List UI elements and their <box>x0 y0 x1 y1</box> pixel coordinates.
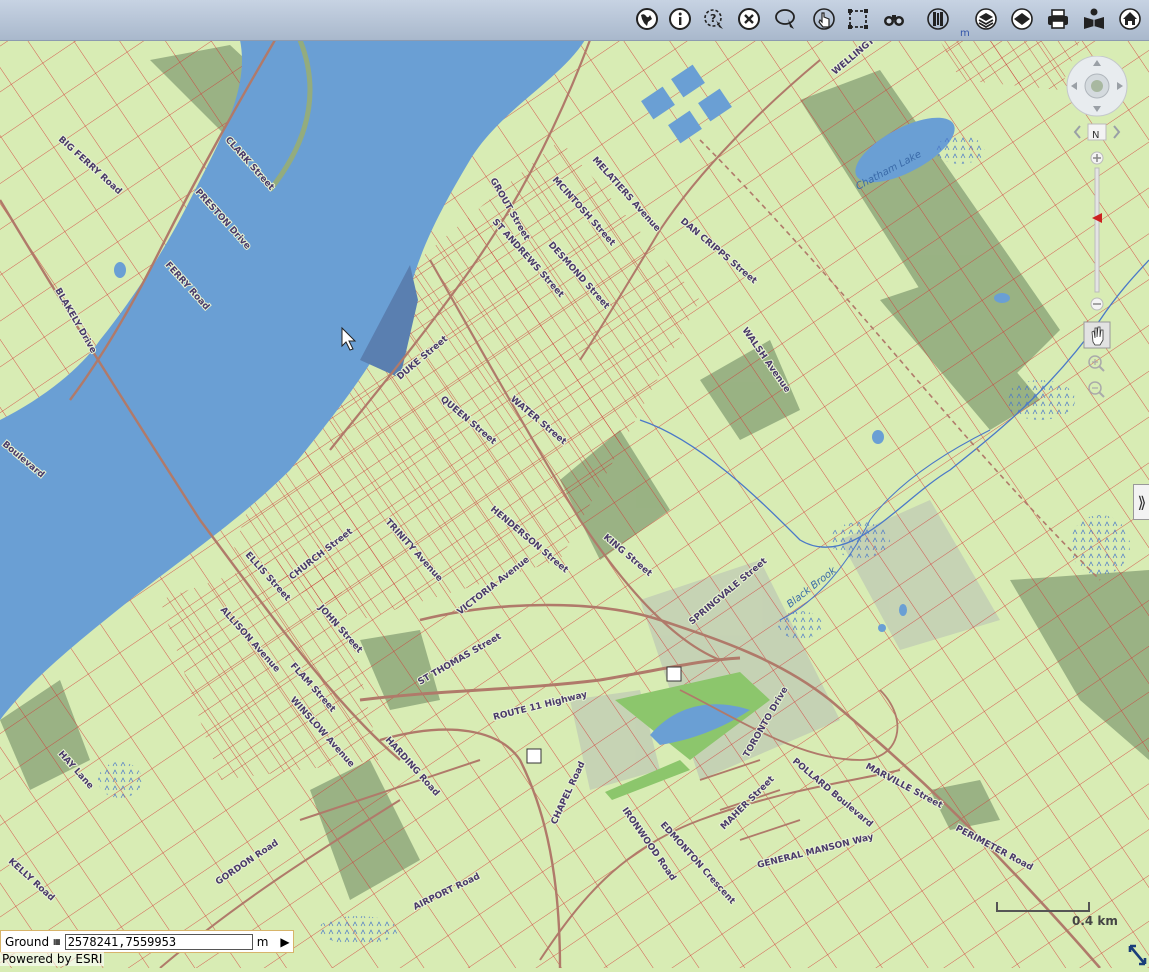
extent-box-icon[interactable] <box>844 5 872 33</box>
toolbar: ? <box>0 0 1149 41</box>
zoom-out-tool[interactable] <box>1088 381 1105 398</box>
svg-text:?: ? <box>710 12 716 25</box>
lasso-select-icon[interactable] <box>772 5 800 33</box>
go-arrow-icon[interactable]: ▶ <box>280 935 289 949</box>
layers-icon[interactable] <box>972 5 1000 33</box>
powered-by: Powered by ESRI <box>0 952 105 966</box>
hand-pointer-icon[interactable] <box>810 5 838 33</box>
map-base-layer: Chatham Lake Black Brook BIG FERRY Road … <box>0 40 1149 968</box>
user-guide-icon[interactable] <box>1080 5 1108 33</box>
book-icon[interactable] <box>924 5 952 33</box>
north-indicator: N <box>1092 130 1099 141</box>
zoom-in-tool[interactable] <box>1088 355 1105 372</box>
zoom-slider[interactable] <box>1090 151 1104 311</box>
coordinate-bar: Ground ▦ m ▶ <box>0 930 294 953</box>
unit-mark: m <box>960 28 970 39</box>
basemap-icon[interactable] <box>1008 5 1036 33</box>
scale-bar: 0.4 km <box>994 900 1124 930</box>
home-icon[interactable] <box>1116 5 1144 33</box>
map-navigation: N <box>1066 55 1128 406</box>
coordinate-input[interactable] <box>64 933 253 950</box>
coordinate-unit: m <box>256 934 269 949</box>
globe-icon[interactable] <box>633 5 661 33</box>
info-icon[interactable] <box>666 5 694 33</box>
resize-icon[interactable] <box>1126 942 1149 968</box>
rotate-control[interactable]: N <box>1073 123 1121 141</box>
scale-label: 0.4 km <box>1072 914 1118 928</box>
pan-tool-button[interactable] <box>1083 321 1111 349</box>
map-canvas[interactable]: Chatham Lake Black Brook BIG FERRY Road … <box>0 40 1149 968</box>
ground-label: Ground <box>5 934 50 949</box>
dropdown-icon[interactable]: ▦ <box>53 937 61 946</box>
query-select-icon[interactable]: ? <box>700 5 728 33</box>
pan-control[interactable] <box>1066 55 1128 117</box>
print-icon[interactable] <box>1044 5 1072 33</box>
binoculars-icon[interactable] <box>880 5 908 33</box>
expand-panel-button[interactable]: ⟫ <box>1133 484 1149 520</box>
clear-icon[interactable] <box>735 5 763 33</box>
